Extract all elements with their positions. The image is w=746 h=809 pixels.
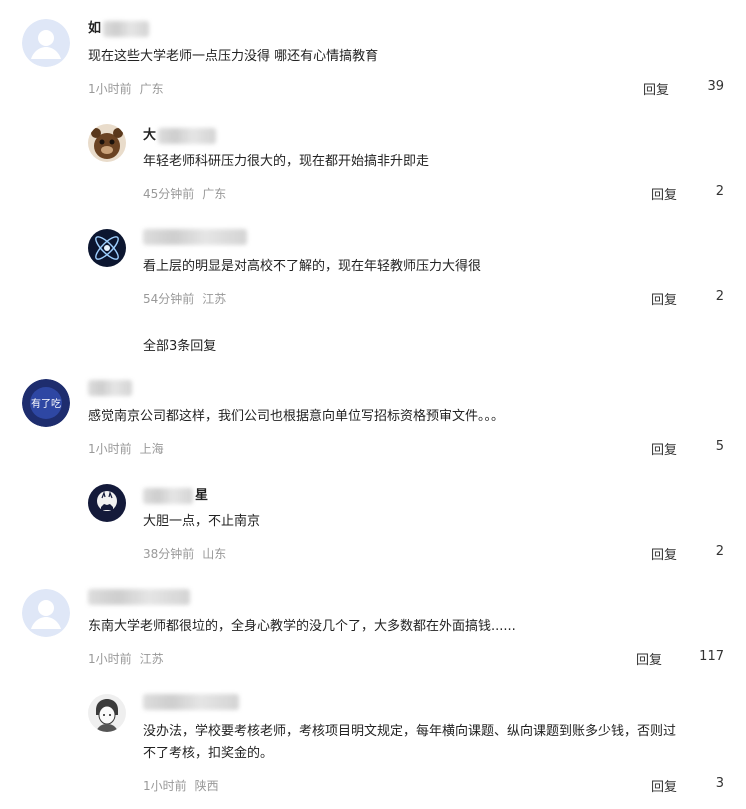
- user-avatar[interactable]: [88, 229, 126, 267]
- comment-text: 东南大学老师都很垃的，全身心教学的没几个了，大多数都在外面搞钱......: [88, 619, 516, 634]
- username-blur: [88, 380, 132, 396]
- comment-time: 1小时前: [88, 442, 132, 456]
- reply-button[interactable]: 回复: [651, 184, 677, 203]
- comment-meta: 1小时前 上海: [88, 440, 172, 457]
- user-avatar[interactable]: 有了吃: [22, 379, 70, 427]
- like-count[interactable]: 117: [684, 649, 724, 664]
- comment-time: 1小时前: [88, 652, 132, 666]
- comment-text-line: 没办法，学校要考核老师，考核项目明文规定，每年横向课题、纵向课题到账多少钱，否则…: [143, 724, 677, 739]
- username-blur: [143, 694, 239, 710]
- comment-meta: 1小时前 广东: [88, 80, 172, 97]
- username[interactable]: [88, 589, 190, 605]
- username[interactable]: [143, 694, 239, 710]
- reply-button[interactable]: 回复: [651, 439, 677, 458]
- username-blur: [143, 229, 247, 245]
- comment-text-line: 不了考核，扣奖金的。: [143, 746, 274, 761]
- username-blur: [103, 20, 150, 37]
- comment-location: 山东: [202, 547, 227, 561]
- comment-text: 现在这些大学老师一点压力没得 哪还有心情搞教育: [88, 49, 379, 64]
- comment-meta: 38分钟前 山东: [143, 545, 234, 562]
- comment-location: 江苏: [139, 652, 164, 666]
- comment-time: 38分钟前: [143, 547, 195, 561]
- username[interactable]: [88, 380, 132, 396]
- username-blur: [158, 127, 217, 144]
- comment-text: 没办法，学校要考核老师，考核项目明文规定，每年横向课题、纵向课题到账多少钱，否则…: [143, 721, 733, 765]
- comment-meta: 1小时前 江苏: [88, 650, 172, 667]
- reply-button[interactable]: 回复: [651, 289, 677, 308]
- user-avatar[interactable]: [88, 484, 126, 522]
- comment-location: 陕西: [194, 779, 219, 793]
- username[interactable]: 如: [88, 17, 150, 37]
- like-count[interactable]: 2: [684, 544, 724, 559]
- like-count[interactable]: 2: [684, 289, 724, 304]
- like-count[interactable]: 3: [684, 776, 724, 791]
- user-avatar[interactable]: [22, 589, 70, 637]
- comment-meta: 45分钟前 广东: [143, 185, 234, 202]
- username[interactable]: 大: [143, 124, 217, 144]
- username-blur: [143, 487, 193, 504]
- comment-meta: 1小时前 陕西: [143, 777, 227, 794]
- reply-button[interactable]: 回复: [643, 79, 669, 98]
- comment-time: 1小时前: [88, 82, 132, 96]
- like-count[interactable]: 5: [684, 439, 724, 454]
- comment-location: 广东: [139, 82, 164, 96]
- comment-location: 上海: [139, 442, 164, 456]
- comment-location: 江苏: [202, 292, 227, 306]
- comment-text: 感觉南京公司都这样，我们公司也根据意向单位写招标资格预审文件。。。: [88, 409, 505, 424]
- username[interactable]: [143, 229, 247, 245]
- comment-location: 广东: [202, 187, 227, 201]
- comment-time: 54分钟前: [143, 292, 195, 306]
- user-avatar[interactable]: [22, 19, 70, 67]
- like-count[interactable]: 39: [684, 79, 724, 94]
- like-count[interactable]: 2: [684, 184, 724, 199]
- user-avatar[interactable]: [88, 124, 126, 162]
- reply-button[interactable]: 回复: [651, 776, 677, 795]
- reply-button[interactable]: 回复: [636, 649, 662, 668]
- all-replies-link[interactable]: 全部3条回复: [143, 335, 216, 354]
- comment-text: 大胆一点，不止南京: [143, 514, 261, 529]
- comment-meta: 54分钟前 江苏: [143, 290, 234, 307]
- user-avatar[interactable]: [88, 694, 126, 732]
- avatar-badge-text: 有了吃: [31, 397, 61, 410]
- username-blur: [88, 589, 190, 605]
- comment-text: 看上层的明显是对高校不了解的，现在年轻教师压力大得很: [143, 259, 482, 274]
- reply-button[interactable]: 回复: [651, 544, 677, 563]
- comment-time: 1小时前: [143, 779, 187, 793]
- username[interactable]: 星: [143, 484, 208, 504]
- comment-time: 45分钟前: [143, 187, 195, 201]
- comment-text: 年轻老师科研压力很大的，现在都开始搞非升即走: [143, 154, 430, 169]
